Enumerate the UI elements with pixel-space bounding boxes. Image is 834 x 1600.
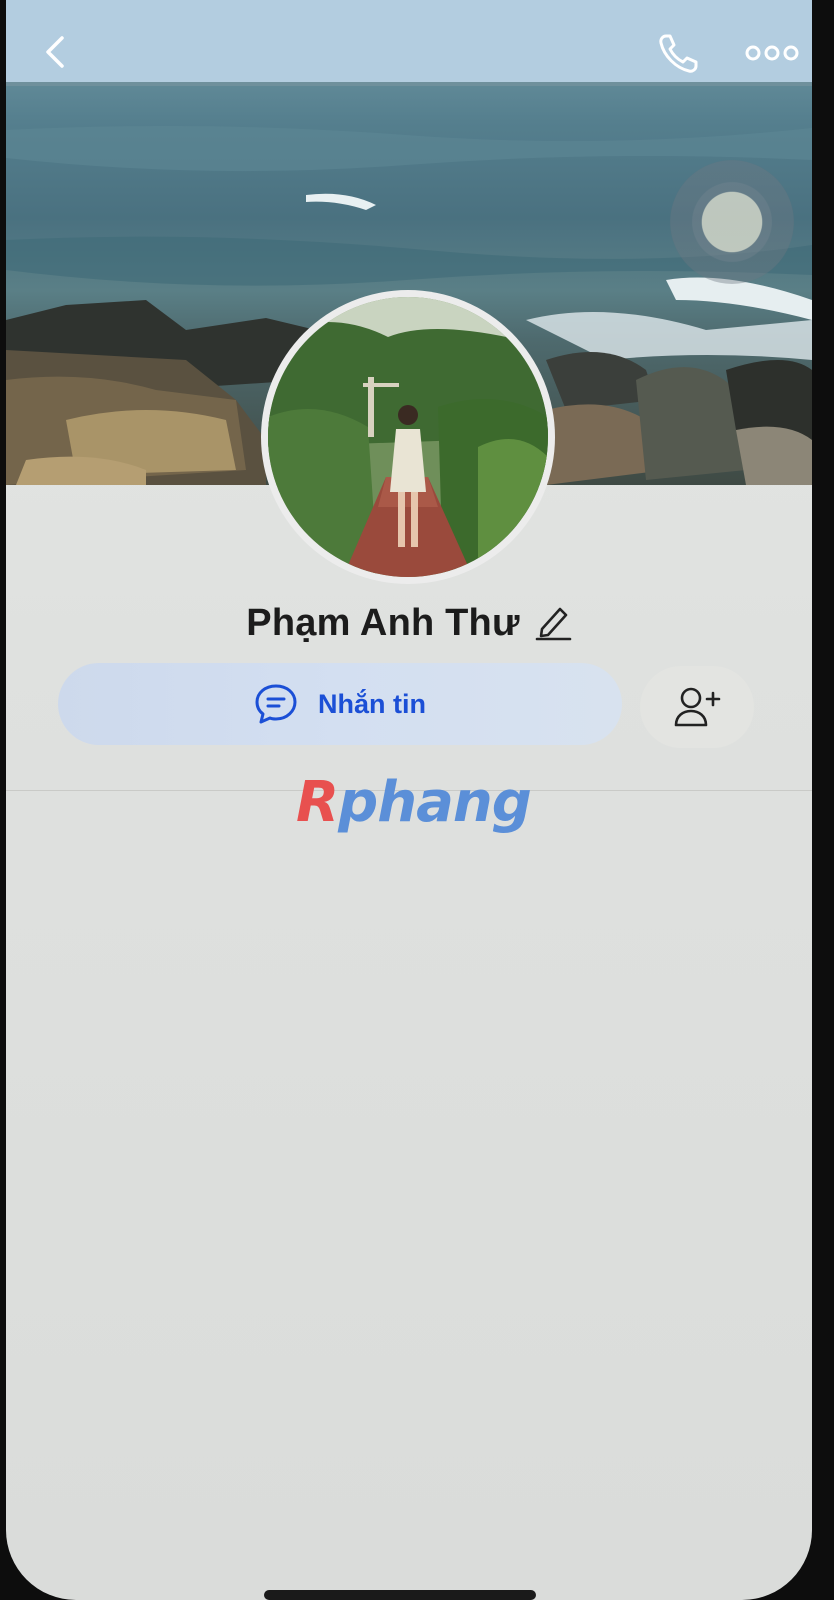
profile-name: Phạm Anh Thư — [246, 601, 520, 644]
home-indicator[interactable] — [264, 1590, 536, 1600]
more-button[interactable] — [744, 36, 800, 70]
chat-bubble-icon — [255, 684, 297, 724]
avatar-image — [268, 297, 548, 577]
watermark-rest: phang — [338, 770, 532, 835]
watermark-logo: Rphang — [296, 768, 556, 838]
message-button-label: Nhắn tin — [318, 688, 426, 719]
avatar[interactable] — [268, 297, 548, 577]
profile-name-row: Phạm Anh Thư — [6, 595, 812, 651]
message-button[interactable]: Nhắn tin — [58, 663, 622, 745]
chevron-left-icon — [46, 36, 64, 68]
add-friend-button[interactable] — [640, 666, 754, 748]
phone-icon — [659, 34, 698, 73]
floating-assistive-button[interactable] — [670, 160, 794, 284]
edit-name-button[interactable] — [534, 601, 572, 646]
profile-screen: Phạm Anh Thư Nhắn tin Rphang — [6, 0, 812, 1600]
add-friend-icon — [674, 687, 721, 727]
watermark-first-letter: R — [296, 770, 339, 835]
call-button[interactable] — [654, 28, 704, 78]
more-dots-icon — [745, 45, 799, 61]
back-button[interactable] — [34, 30, 78, 74]
pencil-icon — [535, 607, 572, 640]
top-bar — [6, 0, 812, 110]
